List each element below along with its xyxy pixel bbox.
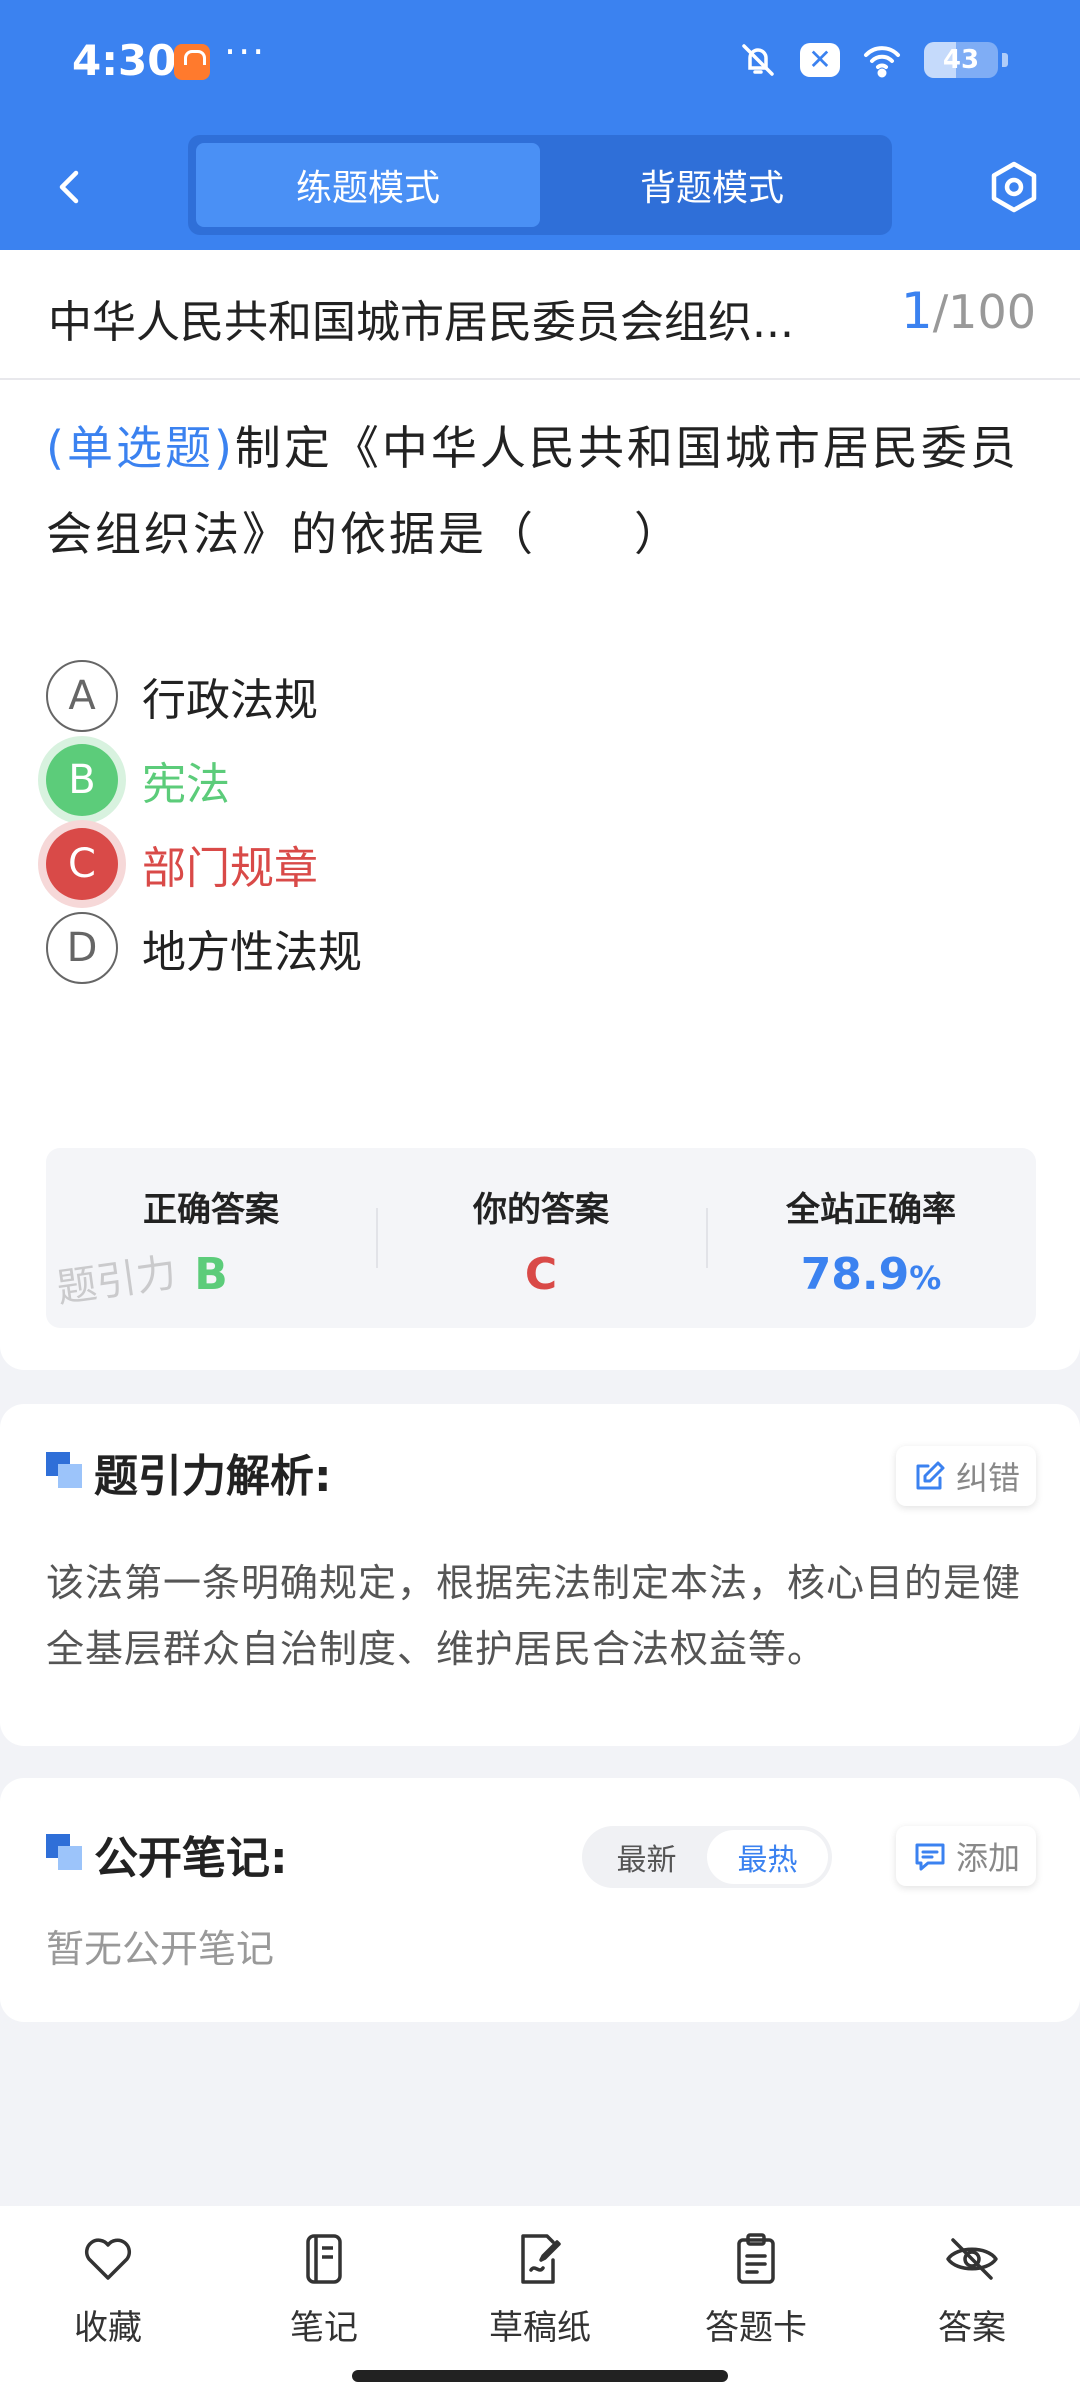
draft-paper-label: 草稿纸 [489,2308,591,2348]
question-counter: 1/100 [901,282,1036,340]
option-letter: C [46,828,118,900]
accuracy-col: 全站正确率 78.9% [706,1148,1036,1328]
question-type: (单选题) [46,421,235,475]
add-note-button[interactable]: 添加 [895,1826,1036,1886]
comment-icon [915,1843,945,1871]
edit-icon [916,1461,945,1490]
option-c[interactable]: C 部门规章 [46,828,318,900]
draft-paper-button[interactable]: 草稿纸 [450,2230,630,2349]
battery-level: 43 [942,45,980,75]
close-notification-icon: ✕ [800,43,840,77]
chevron-left-icon [59,170,79,204]
nav-bar: 练题模式 背题模式 [0,125,1080,250]
correct-answer-label: 正确答案 [143,1190,279,1230]
eye-off-icon [946,2238,998,2280]
shopping-app-icon [174,44,210,80]
settings-button[interactable] [984,157,1044,217]
question-stem: (单选题)制定《中华人民共和国城市居民委员会组织法》的依据是（ ） [46,405,1036,577]
show-answer-button[interactable]: 答案 [882,2230,1062,2349]
your-answer-label: 你的答案 [473,1190,609,1230]
accuracy-unit: % [909,1259,942,1297]
notes-label: 笔记 [290,2308,358,2348]
home-indicator[interactable] [352,2370,728,2382]
public-notes-card: 公开笔记: 最新 最热 添加 暂无公开笔记 [0,1778,1080,2022]
more-notifications-icon: ··· [224,30,267,74]
option-d[interactable]: D 地方性法规 [46,912,362,984]
analysis-title: 题引力解析: [94,1451,332,1502]
correct-answer-col: 正确答案 B 题引力 [46,1148,376,1328]
hexagon-settings-icon [991,161,1037,213]
wifi-icon [862,40,902,80]
option-text: 地方性法规 [142,927,362,978]
accuracy-label: 全站正确率 [786,1190,956,1230]
section-icon [46,1452,82,1488]
accuracy-value: 78.9% [706,1249,1036,1300]
heart-icon [84,2238,132,2280]
option-letter: B [46,744,118,816]
analysis-text: 该法第一条明确规定，根据宪法制定本法，核心目的是健全基层群众自治制度、维护居民合… [46,1561,1022,1671]
tab-practice-mode[interactable]: 练题模式 [196,143,540,227]
analysis-card: 题引力解析: 纠错 该法第一条明确规定，根据宪法制定本法，核心目的是健全基层群众… [0,1404,1080,1746]
sort-newest[interactable]: 最新 [586,1830,707,1884]
notes-empty-text: 暂无公开笔记 [46,1927,275,1971]
app-header: 4:30 ··· ✕ 43 练题模式 背题模式 [0,0,1080,250]
option-text: 部门规章 [142,843,318,894]
report-error-label: 纠错 [955,1459,1020,1497]
clipboard-icon [737,2233,775,2284]
answer-sheet-button[interactable]: 答题卡 [666,2230,846,2349]
answer-result-box: 正确答案 B 题引力 你的答案 C 全站正确率 78.9% [46,1148,1036,1328]
notes-button[interactable]: 笔记 [234,2230,414,2349]
option-text: 行政法规 [142,675,318,726]
answer-sheet-label: 答题卡 [705,2308,807,2348]
question-title-row: 中华人民共和国城市居民委员会组织... 1/100 [0,250,1080,380]
section-icon [46,1834,82,1870]
battery-indicator: 43 [924,42,998,78]
sort-hottest[interactable]: 最热 [707,1830,828,1884]
battery-tip [1002,53,1008,67]
back-button[interactable] [40,155,104,219]
status-time: 4:30 [72,36,177,85]
draft-icon [521,2234,561,2284]
notebook-icon [306,2234,342,2284]
option-b[interactable]: B 宪法 [46,744,230,816]
option-letter: D [46,912,118,984]
bell-muted-icon [738,40,778,80]
option-text: 宪法 [142,759,230,810]
total-questions: /100 [932,285,1036,339]
favorite-label: 收藏 [74,2308,142,2348]
notes-sort-switch: 最新 最热 [582,1826,832,1888]
status-bar: 4:30 ··· ✕ 43 [0,0,1080,125]
add-note-label: 添加 [955,1839,1020,1877]
current-question-number: 1 [900,282,933,340]
option-letter: A [46,660,118,732]
your-answer-value: C [524,1249,558,1300]
tab-memorize-mode[interactable]: 背题模式 [540,143,884,227]
show-answer-label: 答案 [938,2308,1006,2348]
favorite-button[interactable]: 收藏 [18,2230,198,2349]
notes-title: 公开笔记: [94,1833,288,1884]
question-set-title: 中华人民共和国城市居民委员会组织... [48,297,794,348]
question-card: 中华人民共和国城市居民委员会组织... 1/100 (单选题)制定《中华人民共和… [0,250,1080,1370]
accuracy-number: 78.9 [800,1249,910,1300]
your-answer-col: 你的答案 C [376,1148,706,1328]
report-error-button[interactable]: 纠错 [895,1446,1036,1506]
option-a[interactable]: A 行政法规 [46,660,318,732]
mode-switch: 练题模式 背题模式 [188,135,892,235]
